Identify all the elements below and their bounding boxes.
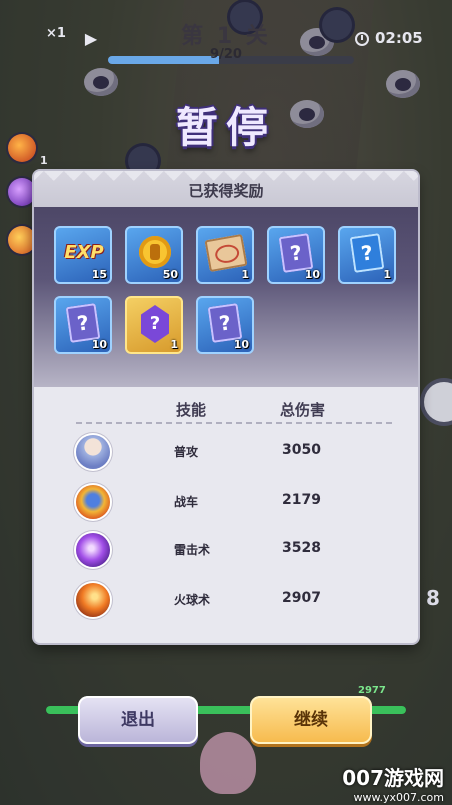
game-timer: 02:05 xyxy=(355,29,423,47)
skill-damage: 3528 xyxy=(282,540,321,556)
reward-qty: 10 xyxy=(233,338,249,351)
mystery-card-icon: ? xyxy=(65,303,101,343)
coin-icon xyxy=(139,236,171,268)
modal-header: 已获得奖励 xyxy=(34,171,418,207)
mystery-card-icon: ? xyxy=(278,233,314,273)
reward-item-exp[interactable]: EXP 15 xyxy=(54,226,112,284)
continue-button[interactable]: 继续 xyxy=(250,696,372,744)
reward-item-scroll[interactable]: 1 xyxy=(196,226,254,284)
thunder-skill-icon[interactable] xyxy=(8,178,36,206)
mystery-card-icon: ? xyxy=(207,303,243,343)
reward-item-mystery-card[interactable]: ? 10 xyxy=(54,296,112,354)
exp-icon: EXP xyxy=(63,239,105,267)
table-divider xyxy=(76,422,392,424)
reward-qty: 10 xyxy=(304,268,320,281)
thunder-strike-icon xyxy=(76,533,110,567)
reward-qty: 50 xyxy=(162,268,178,281)
table-row: 普攻 3050 xyxy=(34,431,418,475)
skill-name: 火球术 xyxy=(174,593,211,607)
clock-icon xyxy=(355,32,369,46)
watermark-url: www.yx007.com xyxy=(353,791,444,804)
chariot-icon xyxy=(76,485,110,519)
side-counter: 8 xyxy=(426,586,440,610)
skill-count: 1 xyxy=(40,154,48,167)
skill-damage: 2907 xyxy=(282,590,321,606)
table-row: 战车 2179 xyxy=(34,481,418,525)
table-row: 雷击术 3528 xyxy=(34,529,418,573)
reward-item-mystery-card-blue[interactable]: ? 1 xyxy=(338,226,396,284)
hero-avatar-icon xyxy=(76,435,110,469)
reward-qty: 10 xyxy=(91,338,107,351)
skill-name: 雷击术 xyxy=(174,543,211,557)
reward-item-coin[interactable]: 50 xyxy=(125,226,183,284)
skill-name: 战车 xyxy=(174,495,199,509)
reward-qty: 1 xyxy=(241,268,249,281)
reward-item-mystery-card[interactable]: ? 10 xyxy=(196,296,254,354)
mystery-card-blue-icon: ? xyxy=(349,233,385,273)
damage-column-header: 总伤害 xyxy=(280,401,326,419)
fire-skill-icon[interactable] xyxy=(8,226,36,254)
mystery-crystal-icon: ? xyxy=(141,305,169,343)
fireball-icon xyxy=(76,583,110,617)
scroll-icon xyxy=(204,233,248,273)
timer-value: 02:05 xyxy=(375,29,423,47)
wave-progress-text: 9/20 xyxy=(210,47,242,62)
modal-title: 已获得奖励 xyxy=(188,182,264,200)
exit-button[interactable]: 退出 xyxy=(78,696,198,744)
pause-title: 暂停 xyxy=(175,103,276,152)
ghost-character-icon xyxy=(200,732,256,794)
skill-column-header: 技能 xyxy=(176,401,207,419)
watermark-logo: 007游戏网 xyxy=(342,766,444,790)
reward-grid: EXP 15 50 1 ? 10 ? 1 ? 10 ? 1 ? 10 xyxy=(54,226,404,354)
reward-item-mystery-card[interactable]: ? 10 xyxy=(267,226,325,284)
skill-damage: 3050 xyxy=(282,442,321,458)
base-hp-text: 2977 xyxy=(358,685,386,696)
reward-qty: 1 xyxy=(383,268,391,281)
rewards-modal: 已获得奖励 EXP 15 50 1 ? 10 ? 1 ? 10 ? 1 ? 10… xyxy=(34,171,418,643)
reward-item-mystery-crystal[interactable]: ? 1 xyxy=(125,296,183,354)
reward-qty: 15 xyxy=(91,268,107,281)
skill-name: 普攻 xyxy=(174,445,199,459)
table-row: 火球术 2907 xyxy=(34,579,418,623)
site-watermark: 007游戏网 www.yx007.com xyxy=(342,762,444,804)
reward-qty: 1 xyxy=(170,338,178,351)
skill-damage: 2179 xyxy=(282,492,321,508)
